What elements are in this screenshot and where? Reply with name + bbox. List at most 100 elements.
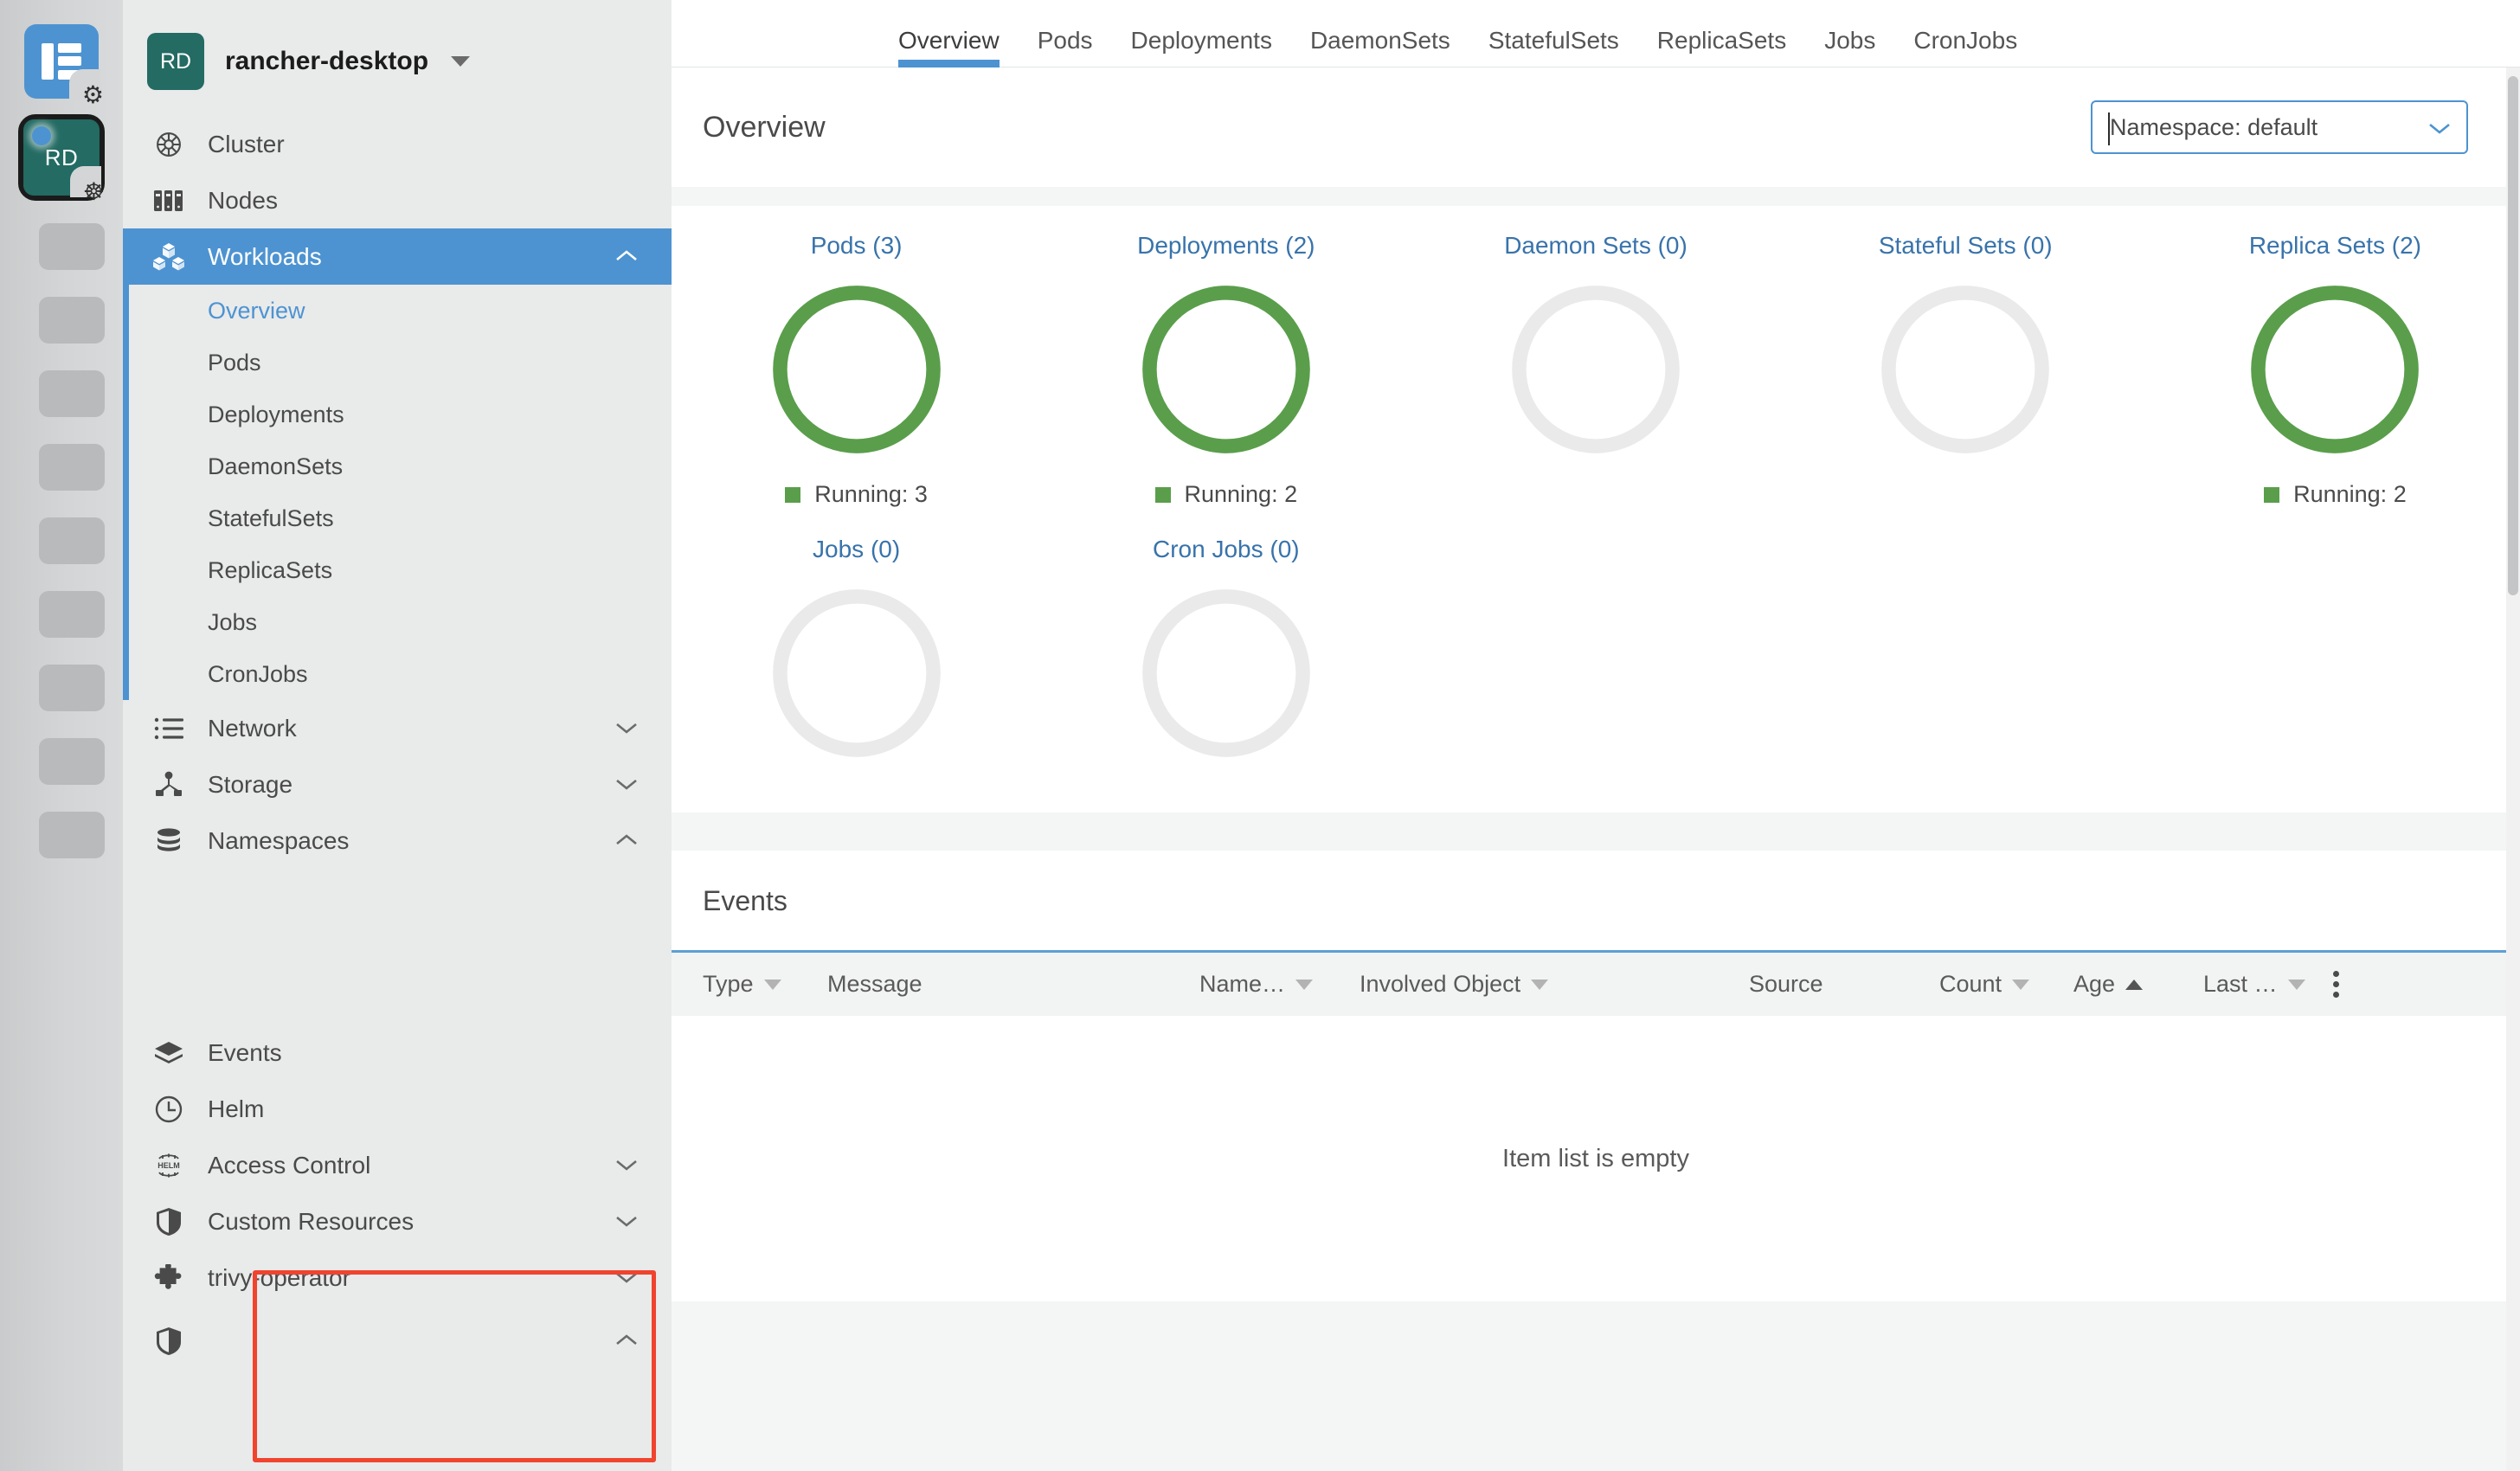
column-label: Last … [2203,971,2278,998]
tab-statefulsets[interactable]: StatefulSets [1469,27,1638,67]
trivy-operator-highlight-box [253,1270,656,1462]
chart-spacer [2150,536,2520,762]
legend-replica-sets: Running: 2 [2264,481,2407,508]
events-title: Events [672,851,2520,950]
donut-stateful-sets [1876,280,2054,459]
chart-replica-sets: Replica Sets (2) Running: 2 [2150,232,2520,508]
legend-label-running: Running: 3 [814,481,928,508]
rail-placeholder[interactable] [39,591,105,638]
column-header-type[interactable]: Type [672,971,827,998]
column-header-source[interactable]: Source [1749,971,1939,998]
sidebar-item-label: Namespaces [208,827,349,855]
sidebar-subitem-pods[interactable]: Pods [123,337,672,389]
section-divider [672,187,2520,206]
sidebar-subitem-replicasets[interactable]: ReplicaSets [123,544,672,596]
tab-deployments[interactable]: Deployments [1112,27,1291,67]
column-label: Source [1749,971,1823,998]
sidebar-subitem-storage-classes[interactable] [123,973,672,1025]
kubernetes-icon [149,129,189,160]
sidebar-item-label: Workloads [208,243,322,271]
rail-placeholder[interactable] [39,738,105,785]
column-header-involved-object[interactable]: Involved Object [1360,971,1749,998]
workloads-icon [149,242,189,272]
donut-daemon-sets [1507,280,1685,459]
text-cursor [2108,112,2110,145]
chart-label-deployments[interactable]: Deployments (2) [1137,232,1315,260]
cluster-selector[interactable]: RD rancher-desktop [123,0,672,116]
sidebar-item-workloads[interactable]: Workloads [123,228,672,285]
rail-placeholder[interactable] [39,297,105,344]
legend-label-running: Running: 2 [1185,481,1298,508]
chart-label-pods[interactable]: Pods (3) [811,232,903,260]
namespace-select[interactable]: Namespace: default [2091,100,2468,154]
rail-placeholder[interactable] [39,812,105,858]
chart-label-stateful-sets[interactable]: Stateful Sets (0) [1879,232,2053,260]
legend-swatch-running [785,487,800,503]
chart-label-daemon-sets[interactable]: Daemon Sets (0) [1504,232,1688,260]
nodes-icon [149,187,189,215]
sidebar-item-cluster[interactable]: Cluster [123,116,672,172]
column-header-count[interactable]: Count [1939,971,2073,998]
rail-placeholder[interactable] [39,444,105,491]
sidebar-subitem-daemonsets[interactable]: DaemonSets [123,440,672,492]
sidebar-subitem-jobs[interactable]: Jobs [123,596,672,648]
status-dot [32,126,51,145]
main-content: Overview Pods Deployments DaemonSets Sta… [672,0,2520,1471]
sidebar-item-access-control[interactable]: Custom Resources [123,1193,672,1249]
column-label: Message [827,971,922,998]
column-header-last[interactable]: Last … [2203,971,2333,998]
tab-pods[interactable]: Pods [1019,27,1112,67]
sidebar-subitem-statefulsets[interactable]: StatefulSets [123,492,672,544]
rail-placeholder[interactable] [39,517,105,564]
rail-placeholder[interactable] [39,665,105,711]
home-tile-button[interactable]: ⚙ [24,24,99,99]
cluster-name: rancher-desktop [225,47,428,76]
cluster-tile-button[interactable]: RD ☸ [18,114,105,201]
workload-charts: Pods (3) Running: 3 Deployments (2) [672,206,2520,813]
sidebar-subitem-cronjobs[interactable]: CronJobs [123,648,672,700]
sidebar-nav: RD rancher-desktop Cluster [123,0,672,1471]
sort-asc-icon [2125,980,2143,990]
kebab-menu-icon[interactable] [2333,971,2339,998]
tab-replicasets[interactable]: ReplicaSets [1638,27,1805,67]
column-label: Involved Object [1360,971,1520,998]
sidebar-item-namespaces[interactable]: Events [123,1025,672,1081]
sidebar-item-network[interactable]: Storage [123,756,672,813]
sidebar-subitem-persistent-volume-claims[interactable] [123,869,672,921]
chart-daemon-sets: Daemon Sets (0) [1411,232,1780,508]
rail-placeholder[interactable] [39,223,105,270]
rail-placeholder[interactable] [39,370,105,417]
shield-icon [149,1326,189,1356]
gear-icon: ⚙ [82,83,104,107]
tab-cronjobs[interactable]: CronJobs [1894,27,2036,67]
tab-bar: Overview Pods Deployments DaemonSets Sta… [672,0,2520,67]
column-header-name[interactable]: Name… [1199,971,1360,998]
namespace-select-value: Namespace: default [2110,114,2318,141]
shield-icon [149,1207,189,1237]
sidebar-item-events[interactable]: Helm [123,1081,672,1137]
tab-overview[interactable]: Overview [879,27,1019,67]
column-header-age[interactable]: Age [2073,971,2203,998]
tab-daemonsets[interactable]: DaemonSets [1291,27,1469,67]
chart-cron-jobs: Cron Jobs (0) [1041,536,1411,762]
chevron-down-icon [614,775,633,794]
sidebar-subitem-persistent-volumes[interactable] [123,921,672,973]
sidebar-subitem-overview[interactable]: Overview [123,285,672,337]
scrollbar-thumb[interactable] [2508,76,2518,595]
tab-jobs[interactable]: Jobs [1805,27,1894,67]
sidebar-item-helm[interactable]: HELM Access Control [123,1137,672,1193]
sidebar-item-nodes[interactable]: Nodes [123,172,672,228]
chart-label-replica-sets[interactable]: Replica Sets (2) [2249,232,2421,260]
chart-label-cron-jobs[interactable]: Cron Jobs (0) [1153,536,1300,563]
scrollbar-track[interactable] [2506,67,2520,1471]
sidebar-item-configuration[interactable]: Network [123,700,672,756]
rail-placeholder-list [0,223,123,858]
chart-label-jobs[interactable]: Jobs (0) [813,536,900,563]
sidebar-subitem-deployments[interactable]: Deployments [123,389,672,440]
donut-jobs [768,584,946,762]
sidebar-item-storage[interactable]: Namespaces [123,813,672,869]
app-root: ⚙ RD ☸ RD ra [0,0,2520,1471]
column-header-message[interactable]: Message [827,971,1199,998]
legend-pods: Running: 3 [785,481,928,508]
sort-desc-icon [2288,980,2305,990]
